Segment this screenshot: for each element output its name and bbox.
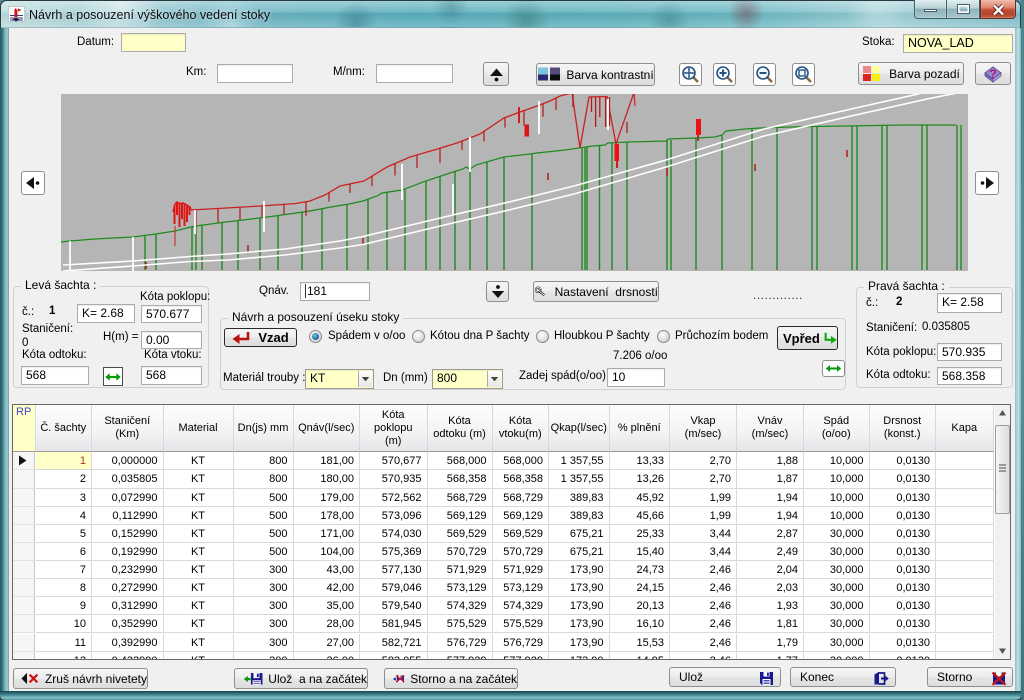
svg-text:?: ? bbox=[989, 67, 996, 81]
